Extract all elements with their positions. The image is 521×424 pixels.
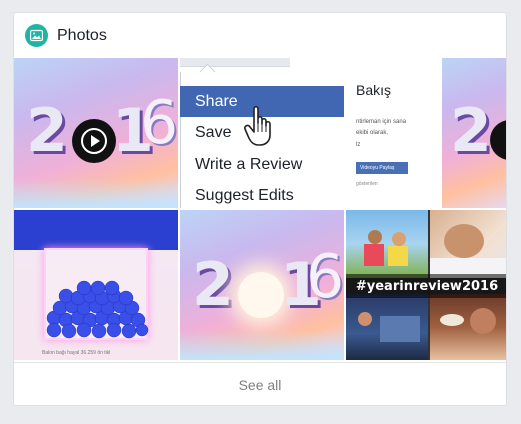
hashtag-text: #yearinreview2016 (355, 278, 499, 294)
photos-icon (25, 24, 48, 47)
hashtag-banner: #yearinreview2016 (346, 274, 506, 298)
hand-cursor-icon (244, 105, 278, 147)
preview-snippet-2: ekibi olarak, (356, 130, 389, 136)
card-footer: See all (14, 362, 506, 405)
preview-share-button: Videoyu Paylaş (356, 162, 408, 174)
floor-reflection-b (180, 330, 344, 360)
menu-item-share-label: Share (195, 93, 238, 110)
partial-circle (490, 120, 506, 160)
photo-tile-collage[interactable]: #yearinreview2016 (346, 210, 506, 360)
see-all-link[interactable]: See all (239, 377, 282, 393)
blue-balls-graphic (46, 280, 149, 339)
menu-item-write-review-label: Write a Review (195, 156, 303, 173)
floor-reflection (14, 178, 178, 208)
collage-cell-food (430, 294, 506, 360)
card-title: Photos (57, 27, 107, 44)
menu-item-write-review[interactable]: Write a Review (180, 149, 340, 180)
menu-item-suggest-edits[interactable]: Suggest Edits (180, 180, 340, 211)
preview-snippet-3: lz (356, 142, 361, 148)
photo-tile-blue-balls[interactable]: Balon bağı hayal 36.259 ön tikl (14, 210, 178, 360)
photo-tile-2016-partial[interactable]: 2 (442, 58, 506, 208)
digit-6: 6 (140, 88, 178, 158)
menu-item-save-label: Save (195, 124, 232, 141)
preview-heading: Bakış (356, 82, 392, 98)
tile-caption: Balon bağı hayal 36.259 ön tikl (42, 350, 111, 356)
card-header: Photos (14, 13, 506, 58)
glowing-sun (238, 272, 284, 318)
digit-2: 2 (26, 96, 68, 166)
play-button-icon[interactable] (72, 119, 116, 163)
photos-card: Photos 2 1 6 Bakış ntirleman için sana e… (13, 12, 507, 406)
menu-top-edge (180, 58, 290, 67)
menu-item-suggest-edits-label: Suggest Edits (195, 187, 294, 204)
photo-tile-2016-video[interactable]: 2 1 6 (14, 58, 178, 208)
digit-2-b: 2 (192, 250, 234, 320)
digit-6-b: 6 (306, 242, 344, 312)
collage-cell-couple (346, 210, 428, 278)
collage-cell-couch (346, 294, 428, 360)
preview-footnote: gösterilen (356, 181, 378, 187)
preview-button-label: Videoyu Paylaş (360, 165, 395, 171)
digit-2-partial: 2 (450, 96, 492, 166)
preview-snippet-1: ntirleman için sana (356, 119, 407, 125)
collage-cell-sleeping-man (430, 210, 506, 278)
photo-tile-2016-sun[interactable]: 2 1 6 (180, 210, 344, 360)
